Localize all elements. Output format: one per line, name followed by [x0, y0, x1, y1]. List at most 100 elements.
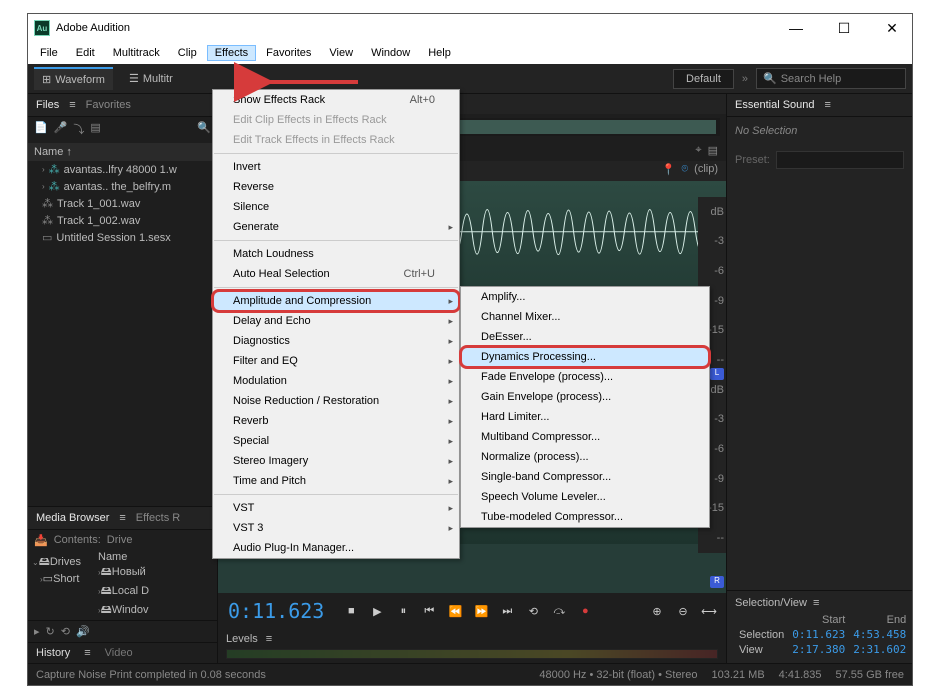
magnet-icon[interactable]: ⌾: [682, 163, 689, 176]
zoom-icon[interactable]: ▤: [708, 144, 718, 157]
menu-item[interactable]: DeEsser...: [461, 327, 709, 347]
menu-file[interactable]: File: [32, 45, 66, 61]
workspace-preset[interactable]: Default: [673, 69, 734, 89]
maximize-button[interactable]: ☐: [830, 20, 858, 37]
mb-name-header[interactable]: Name: [98, 551, 217, 563]
menu-item[interactable]: Channel Mixer...: [461, 307, 709, 327]
menu-item[interactable]: Silence: [213, 197, 459, 217]
tab-files[interactable]: Files: [36, 99, 59, 111]
open-file-icon[interactable]: 📄: [34, 121, 48, 137]
view-start[interactable]: 2:17.380: [788, 642, 849, 657]
menu-item[interactable]: Single-band Compressor...: [461, 467, 709, 487]
menu-item[interactable]: Audio Plug-In Manager...: [213, 538, 459, 558]
zoom-in-icon[interactable]: ⊕: [648, 605, 666, 618]
expand-icon[interactable]: ›: [42, 182, 45, 191]
menu-item[interactable]: Speech Volume Leveler...: [461, 487, 709, 507]
tab-effects-rack[interactable]: Effects R: [136, 512, 180, 524]
channel-left-badge[interactable]: L: [710, 368, 724, 380]
menu-item[interactable]: Multiband Compressor...: [461, 427, 709, 447]
file-row[interactable]: ›⁂avantas.. the_belfry.m: [28, 178, 217, 195]
menu-item[interactable]: VST▸: [213, 498, 459, 518]
menu-window[interactable]: Window: [363, 45, 418, 61]
file-row[interactable]: ⁂Track 1_002.wav: [28, 212, 217, 229]
view-end[interactable]: 2:31.602: [849, 642, 910, 657]
close-button[interactable]: ✕: [878, 20, 906, 37]
play-button[interactable]: ▶: [368, 605, 386, 618]
panel-menu-icon[interactable]: ≡: [69, 99, 75, 111]
workspace-more-icon[interactable]: »: [742, 73, 748, 85]
view-dur[interactable]: 0:14.222: [910, 642, 912, 657]
drive-row[interactable]: ›🖴Windov: [98, 601, 217, 620]
menu-effects[interactable]: Effects: [207, 45, 256, 61]
menu-item[interactable]: Delay and Echo▸: [213, 311, 459, 331]
panel-menu-icon[interactable]: ≡: [825, 99, 831, 111]
menu-item[interactable]: Show Effects RackAlt+0: [213, 90, 459, 110]
drive-row[interactable]: ›🖴Local D: [98, 582, 217, 601]
forward-end-button[interactable]: ⏭: [498, 605, 516, 618]
pin-icon[interactable]: 📍: [662, 163, 676, 176]
volume-icon[interactable]: 🔊: [76, 625, 90, 638]
menu-view[interactable]: View: [321, 45, 361, 61]
record-button[interactable]: ●: [576, 605, 594, 617]
menu-item[interactable]: Modulation▸: [213, 371, 459, 391]
record-icon[interactable]: 🎤: [54, 121, 68, 137]
tab-waveform[interactable]: ⊞ Waveform: [34, 67, 113, 90]
forward-button[interactable]: ⏩: [472, 605, 490, 618]
zoom-out-icon[interactable]: ⊖: [674, 605, 692, 618]
menu-item[interactable]: Generate▸: [213, 217, 459, 237]
menu-favorites[interactable]: Favorites: [258, 45, 319, 61]
skip-button[interactable]: ⤼: [550, 605, 568, 618]
menu-item[interactable]: Filter and EQ▸: [213, 351, 459, 371]
menu-clip[interactable]: Clip: [170, 45, 205, 61]
menu-item[interactable]: Reverse: [213, 177, 459, 197]
autoplay-icon[interactable]: ⟲: [61, 625, 70, 638]
sel-dur[interactable]: 4:41.835: [910, 627, 912, 642]
menu-item[interactable]: Noise Reduction / Restoration▸: [213, 391, 459, 411]
drive-row[interactable]: ›🖴Новый: [98, 563, 217, 582]
pause-button[interactable]: ⏸: [394, 605, 412, 618]
menu-item[interactable]: Fade Envelope (process)...: [461, 367, 709, 387]
panel-menu-icon[interactable]: ≡: [813, 597, 819, 609]
loop-button[interactable]: ⟲: [524, 605, 542, 618]
minimize-button[interactable]: —: [782, 20, 810, 37]
menu-item[interactable]: Invert: [213, 157, 459, 177]
menu-item[interactable]: Stereo Imagery▸: [213, 451, 459, 471]
collapse-icon[interactable]: ⌄: [32, 558, 39, 567]
sel-end[interactable]: 4:53.458: [849, 627, 910, 642]
search-help[interactable]: 🔍 Search Help: [756, 68, 906, 89]
import-icon[interactable]: ⤵: [73, 121, 84, 137]
drive-group[interactable]: ⌄🖴Drives: [32, 553, 94, 572]
loop-icon[interactable]: ↻: [46, 625, 55, 638]
menu-edit[interactable]: Edit: [68, 45, 103, 61]
menu-item[interactable]: Special▸: [213, 431, 459, 451]
menu-item[interactable]: Diagnostics▸: [213, 331, 459, 351]
search-files-icon[interactable]: 🔍: [197, 121, 211, 137]
up-icon[interactable]: 📥: [34, 534, 48, 547]
sel-start[interactable]: 0:11.623: [788, 627, 849, 642]
menu-multitrack[interactable]: Multitrack: [105, 45, 168, 61]
tab-favorites[interactable]: Favorites: [86, 99, 131, 111]
channel-right-badge[interactable]: R: [710, 576, 724, 588]
menu-item[interactable]: Reverb▸: [213, 411, 459, 431]
menu-item[interactable]: Tube-modeled Compressor...: [461, 507, 709, 527]
file-row[interactable]: ›⁂avantas..lfry 48000 1.w: [28, 161, 217, 178]
snap-icon[interactable]: ⌖: [695, 144, 701, 157]
rewind-start-button[interactable]: ⏮: [420, 605, 438, 618]
menu-item[interactable]: Gain Envelope (process)...: [461, 387, 709, 407]
menu-item[interactable]: VST 3▸: [213, 518, 459, 538]
menu-item[interactable]: Amplitude and Compression▸: [213, 291, 459, 311]
filter-icon[interactable]: ▤: [90, 121, 100, 137]
panel-menu-icon[interactable]: ≡: [119, 512, 125, 524]
menu-item[interactable]: Time and Pitch▸: [213, 471, 459, 491]
file-row[interactable]: ⁂Track 1_001.wav: [28, 195, 217, 212]
preset-dropdown[interactable]: [776, 151, 904, 169]
play-icon[interactable]: ▸: [34, 625, 40, 638]
files-name-header[interactable]: Name ↑: [28, 143, 217, 161]
tab-multitrack[interactable]: ☰ Multitr: [121, 68, 181, 89]
rewind-button[interactable]: ⏪: [446, 605, 464, 618]
shortcuts-group[interactable]: ›▭Short: [32, 572, 94, 585]
menu-item[interactable]: Match Loudness: [213, 244, 459, 264]
panel-menu-icon[interactable]: ≡: [266, 633, 272, 645]
menu-item[interactable]: Hard Limiter...: [461, 407, 709, 427]
menu-item[interactable]: Amplify...: [461, 287, 709, 307]
